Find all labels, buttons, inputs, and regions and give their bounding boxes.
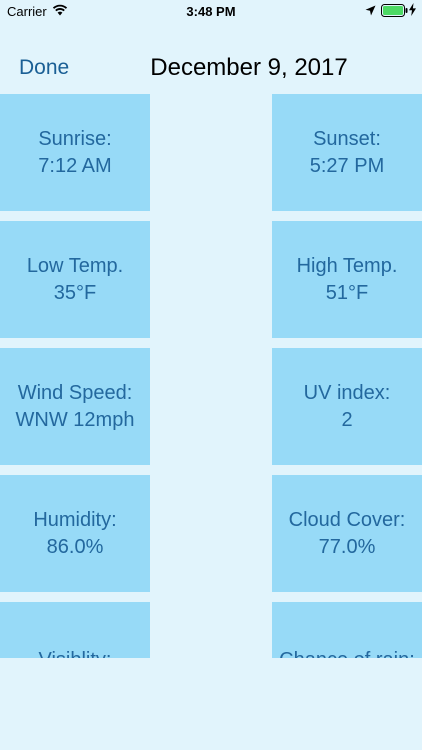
cloud-cover-tile: Cloud Cover: 77.0% [272,475,422,592]
status-bar: Carrier 3:48 PM [0,0,422,22]
tile-value: 86.0% [46,535,104,558]
humidity-tile: Humidity: 86.0% [0,475,150,592]
tile-value: 2 [341,408,353,431]
tile-label: Sunset: [313,127,381,150]
tile-label: Sunrise: [38,127,112,150]
sunrise-tile: Sunrise: 7:12 AM [0,94,150,211]
tile-label: Chance of rain: [272,647,422,658]
battery-icon [381,4,408,20]
sunset-tile: Sunset: 5:27 PM [272,94,422,211]
tile-value: 51°F [325,281,369,304]
tile-label: Cloud Cover: [288,508,406,531]
chance-of-rain-tile: Chance of rain: [272,602,422,658]
wind-speed-tile: Wind Speed: WNW 12mph [0,348,150,465]
low-temp-tile: Low Temp. 35°F [0,221,150,338]
tile-label: High Temp. [296,254,398,277]
tile-label: UV index: [303,381,391,404]
tile-label: Visiblity: [0,647,150,658]
tile-value: 7:12 AM [38,154,112,177]
tile-value: 77.0% [318,535,376,558]
status-time: 3:48 PM [186,4,236,19]
tile-value: 5:27 PM [309,154,385,177]
high-temp-tile: High Temp. 51°F [272,221,422,338]
tile-label: Wind Speed: [17,381,133,404]
charging-bolt-icon [409,3,416,19]
page-title: December 9, 2017 [150,54,348,81]
visibility-tile: Visiblity: [0,602,150,658]
tile-label: Low Temp. [26,254,124,277]
location-arrow-icon [365,4,376,19]
tile-value: 35°F [53,281,97,304]
tile-label: Humidity: [33,508,117,531]
done-button[interactable]: Done [19,56,69,80]
tile-value: WNW 12mph [15,408,135,431]
weather-grid: Sunrise: 7:12 AM Sunset: 5:27 PM Low Tem… [0,94,422,658]
uv-index-tile: UV index: 2 [272,348,422,465]
nav-bar: Done December 9, 2017 [0,44,422,92]
